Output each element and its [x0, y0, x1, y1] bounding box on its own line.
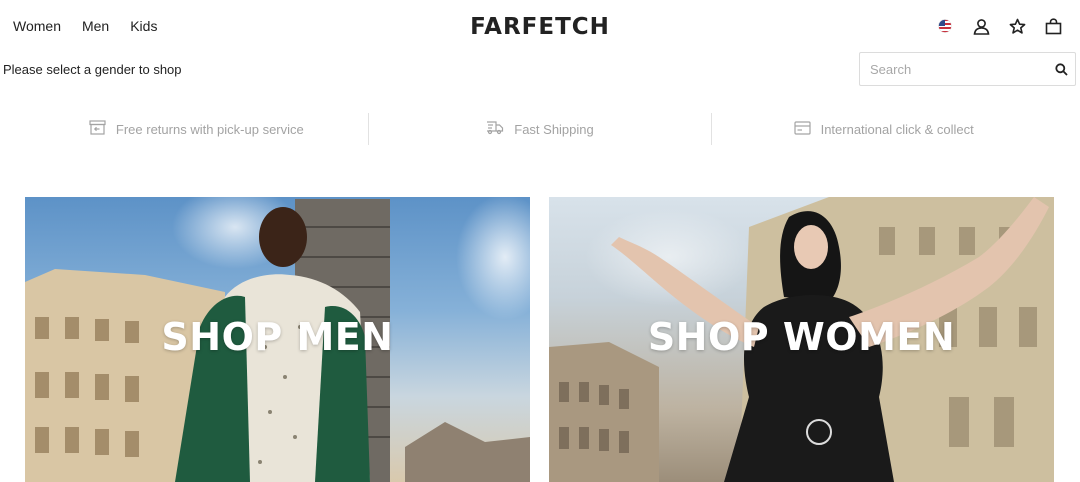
benefit-returns[interactable]: Free returns with pick-up service — [25, 113, 369, 145]
nav-women-link[interactable]: Women — [13, 18, 61, 34]
nav-men-link[interactable]: Men — [82, 18, 109, 34]
nav-kids-link[interactable]: Kids — [130, 18, 157, 34]
shop-women-title: SHOP WOMEN — [647, 315, 956, 359]
search-icon[interactable] — [1048, 53, 1075, 85]
wishlist-star-icon[interactable] — [1008, 17, 1026, 35]
shop-women-banner[interactable]: SHOP WOMEN — [549, 197, 1054, 482]
gender-nav: Women Men Kids — [13, 18, 157, 34]
site-header: Women Men Kids FARFETCH — [0, 0, 1080, 55]
shopping-bag-icon[interactable] — [1044, 17, 1062, 35]
benefit-shipping-label: Fast Shipping — [514, 121, 594, 137]
header-icons — [936, 17, 1062, 35]
benefit-collect-label: International click & collect — [820, 121, 974, 137]
benefit-shipping[interactable]: Fast Shipping — [369, 113, 713, 145]
us-flag-icon[interactable] — [936, 17, 954, 35]
benefit-returns-label: Free returns with pick-up service — [115, 121, 304, 137]
account-icon[interactable] — [972, 17, 990, 35]
benefit-collect[interactable]: International click & collect — [712, 113, 1055, 145]
search-input[interactable] — [860, 53, 1048, 85]
collect-icon — [793, 120, 811, 138]
benefits-bar: Free returns with pick-up service Fast S… — [25, 113, 1055, 145]
shipping-icon — [486, 120, 504, 138]
site-logo[interactable]: FARFETCH — [458, 14, 622, 40]
returns-icon — [89, 120, 106, 138]
gender-prompt: Please select a gender to shop — [3, 62, 182, 77]
shop-men-banner[interactable]: SHOP MEN — [25, 197, 530, 482]
shop-men-title: SHOP MEN — [161, 315, 394, 359]
search-box — [859, 52, 1076, 86]
